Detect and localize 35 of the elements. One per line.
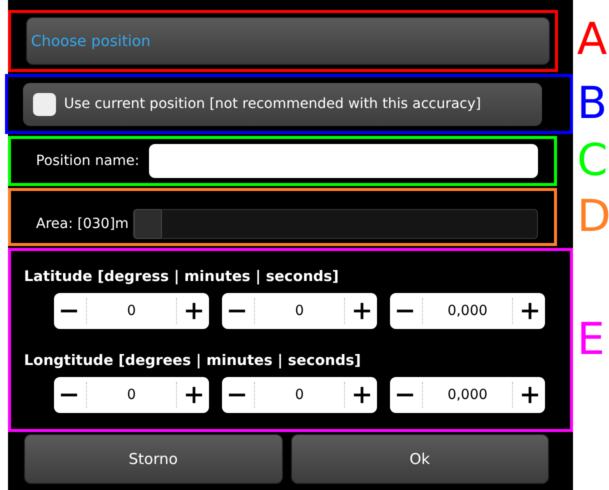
annotation-letter: D xyxy=(577,195,609,239)
plus-icon[interactable] xyxy=(185,386,203,404)
current-position-option[interactable]: Use current position [not recommended with this accuracy] xyxy=(23,82,542,126)
annotation-letter: C xyxy=(577,139,608,183)
coordinate-title: Latitude [degress | minutes | seconds] xyxy=(24,269,340,285)
plus-icon[interactable] xyxy=(353,386,371,404)
area-slider[interactable] xyxy=(132,209,538,239)
spinner-value: 0 xyxy=(126,303,137,319)
field-label: Position name: xyxy=(36,153,140,169)
spinner-value: 0 xyxy=(126,387,137,403)
number-spinner[interactable]: 0 xyxy=(222,293,377,329)
spinner-value: 0 xyxy=(294,387,305,403)
slider-thumb[interactable] xyxy=(134,209,162,239)
coordinate-title: Longtitude [degrees | minutes | seconds] xyxy=(24,353,362,369)
annotation-letter: E xyxy=(577,318,605,362)
position-name-field[interactable] xyxy=(149,144,538,178)
number-spinner[interactable]: 0,000 xyxy=(390,293,545,329)
dialog-button[interactable]: Ok xyxy=(290,434,549,484)
checkbox-label: Use current position [not recommended with this accuracy] xyxy=(64,96,481,112)
number-spinner[interactable]: 0 xyxy=(54,377,209,413)
spinner-value: 0 xyxy=(294,303,305,319)
plus-icon[interactable] xyxy=(353,302,371,320)
plus-icon[interactable] xyxy=(185,302,203,320)
plus-icon[interactable] xyxy=(521,386,539,404)
spinner-value: 0,000 xyxy=(446,303,489,319)
annotation-letter: A xyxy=(577,18,608,62)
plus-icon[interactable] xyxy=(521,302,539,320)
number-spinner[interactable]: 0 xyxy=(54,293,209,329)
spinner-value: 0,000 xyxy=(446,387,489,403)
checkbox[interactable] xyxy=(33,92,56,116)
dialog-button[interactable]: Storno xyxy=(24,434,282,484)
annotation-letter: B xyxy=(577,82,608,126)
number-spinner[interactable]: 0,000 xyxy=(390,377,545,413)
number-spinner[interactable]: 0 xyxy=(222,377,377,413)
slider-label: Area: [030]m xyxy=(36,216,129,232)
